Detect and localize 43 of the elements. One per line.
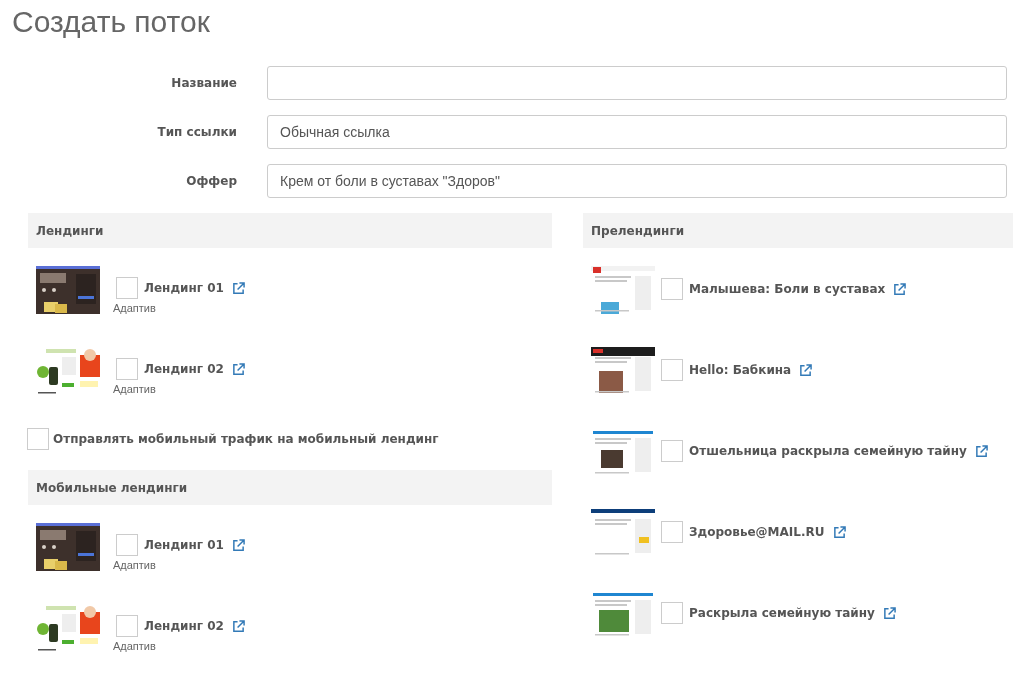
landing-note: Адаптив [113, 383, 157, 395]
external-link-icon[interactable] [231, 362, 245, 376]
external-link-icon[interactable] [893, 282, 907, 296]
landing-note: Адаптив [113, 302, 157, 314]
input-field[interactable]: Крем от боли в суставах "Здоров" [267, 164, 1007, 198]
input-field[interactable]: Обычная ссылка [267, 115, 1007, 149]
field-label: Тип ссылки [156, 125, 238, 139]
landing-name: Лендинг 02 [144, 362, 224, 376]
prelanding-name: Раскрыла семейную тайну [689, 606, 875, 620]
external-link-icon[interactable] [974, 444, 988, 458]
checkbox[interactable] [661, 521, 683, 543]
checkbox[interactable] [661, 602, 683, 624]
checkbox[interactable] [27, 428, 49, 450]
page-title: Создать поток [12, 4, 211, 40]
section-header: Прелендинги [583, 213, 1013, 248]
external-link-icon[interactable] [231, 619, 245, 633]
landing-note: Адаптив [113, 559, 157, 571]
field-label: Название [170, 76, 238, 90]
external-link-icon[interactable] [231, 538, 245, 552]
external-link-icon[interactable] [832, 525, 846, 539]
checkbox[interactable] [116, 534, 138, 556]
checkbox[interactable] [661, 359, 683, 381]
checkbox[interactable] [661, 440, 683, 462]
prelanding-name: Отшельница раскрыла семейную тайну [689, 444, 967, 458]
external-link-icon[interactable] [882, 606, 896, 620]
checkbox-label: Отправлять мобильный трафик на мобильный лендинг [53, 432, 439, 446]
prelanding-name: Здоровье@MAIL.RU [689, 525, 825, 539]
prelanding-name: Hello: Бабкина [689, 363, 792, 377]
checkbox[interactable] [116, 358, 138, 380]
landing-name: Лендинг 01 [144, 538, 224, 552]
checkbox[interactable] [661, 278, 683, 300]
prelanding-name: Малышева: Боли в суставах [689, 282, 886, 296]
landing-name: Лендинг 01 [144, 281, 224, 295]
checkbox[interactable] [116, 615, 138, 637]
field-label: Оффер [185, 174, 238, 188]
checkbox[interactable] [116, 277, 138, 299]
section-header: Мобильные лендинги [28, 470, 552, 505]
external-link-icon[interactable] [799, 363, 813, 377]
landing-note: Адаптив [113, 640, 157, 652]
external-link-icon[interactable] [231, 281, 245, 295]
input-field[interactable] [267, 66, 1007, 100]
landing-name: Лендинг 02 [144, 619, 224, 633]
section-header: Лендинги [28, 213, 552, 248]
